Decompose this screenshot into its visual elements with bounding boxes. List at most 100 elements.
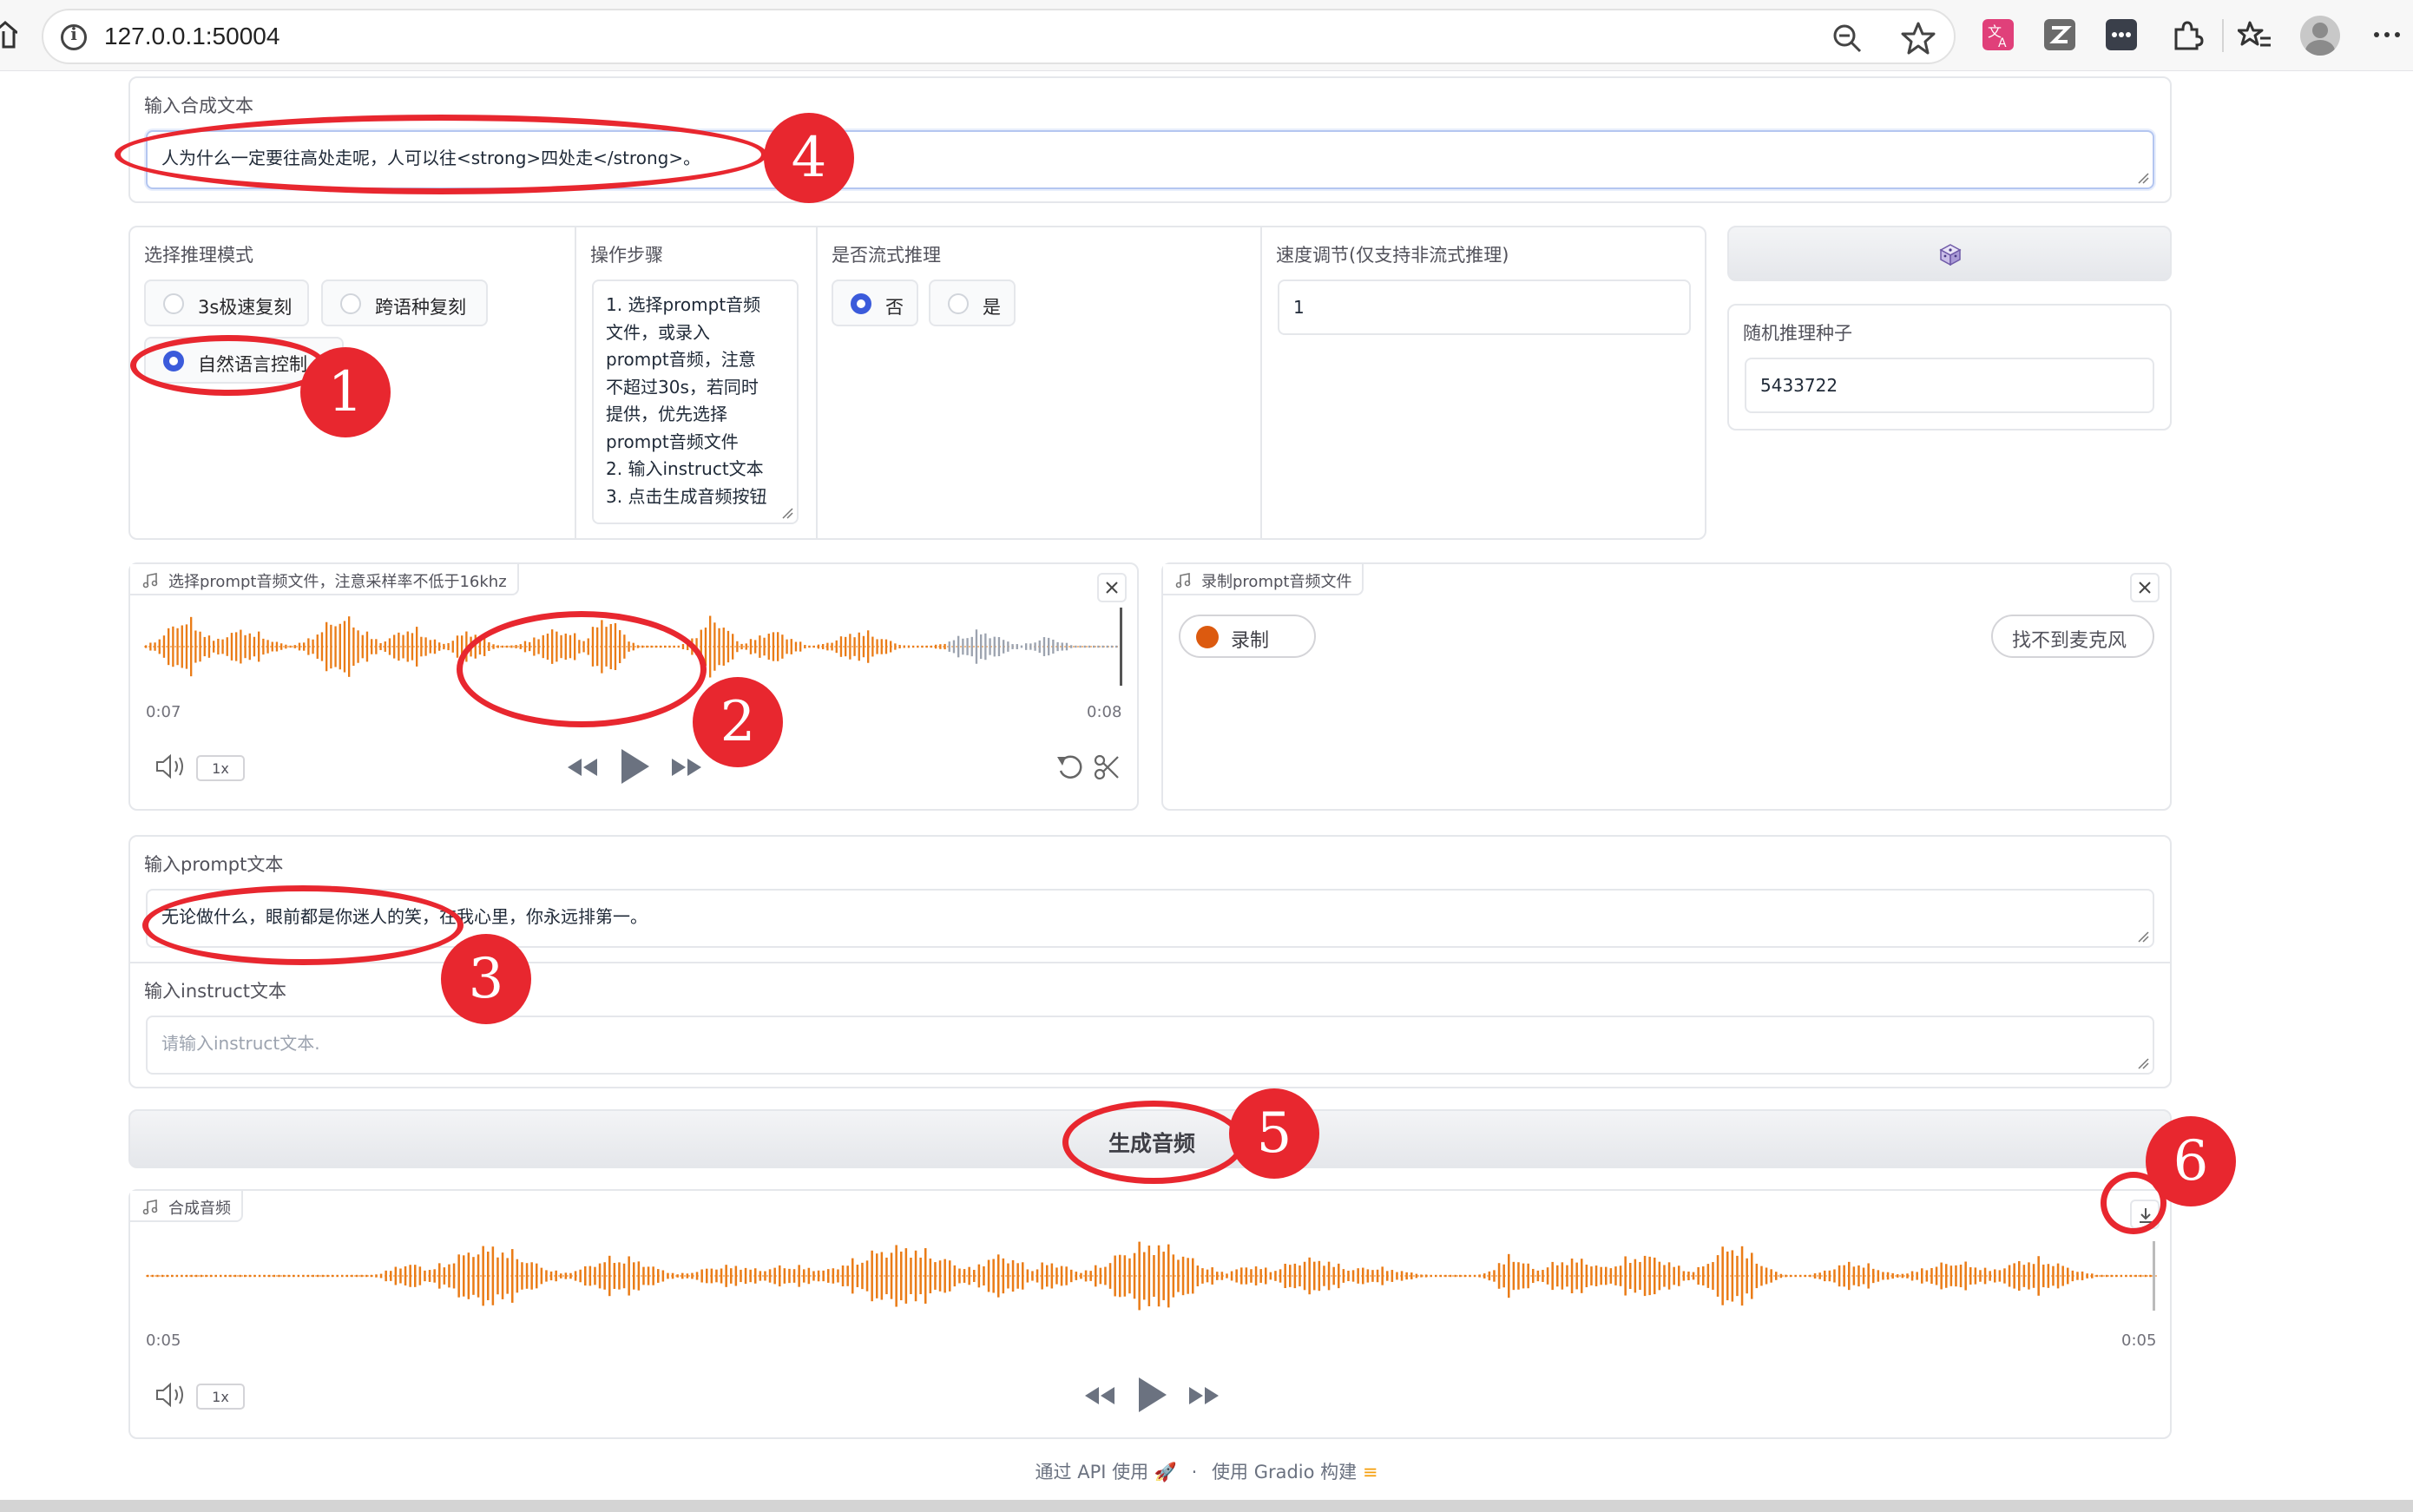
prompt-audio-label: 选择prompt音频文件，注意采样率不低于16khz	[168, 573, 507, 591]
speed-input[interactable]: 1	[1278, 279, 1691, 335]
waveform-bar	[282, 1274, 286, 1278]
waveform-bar	[1989, 1271, 1991, 1281]
waveform-bar	[298, 642, 301, 651]
no-microphone-button[interactable]: 找不到麦克风	[1991, 615, 2154, 658]
waveform-bar	[798, 1265, 800, 1287]
waveform-bar	[777, 632, 779, 661]
waveform-bar	[773, 1267, 776, 1285]
waveform-bar	[1765, 1267, 1768, 1285]
waveform-bar	[1706, 1264, 1710, 1288]
undo-icon[interactable]	[1055, 753, 1085, 781]
fast-forward-icon[interactable]	[1187, 1385, 1220, 1406]
prompt-text-label: 输入prompt文本	[144, 854, 284, 875]
record-button[interactable]: 录制	[1179, 615, 1316, 658]
address-bar[interactable]: 127.0.0.1:50004	[42, 9, 1956, 64]
waveform-bar	[1512, 1261, 1516, 1291]
instruct-text-input[interactable]: 请输入instruct文本.	[146, 1016, 2154, 1075]
resize-grip-icon[interactable]	[2137, 172, 2149, 184]
waveform-bar	[2042, 1264, 2045, 1288]
waveform-bar	[190, 616, 193, 677]
waveform-bar	[1351, 1270, 1355, 1282]
waveform-bar	[817, 644, 820, 649]
mode-option-cross-lingual[interactable]: 跨语种复刻	[321, 279, 488, 326]
waveform-bar	[958, 1268, 961, 1284]
waveform-bar	[880, 639, 883, 654]
waveform-bar	[1405, 1272, 1408, 1280]
waveform-bar	[754, 640, 757, 654]
output-waveform[interactable]	[146, 1233, 2158, 1319]
waveform-bar	[722, 628, 725, 666]
zhihu-extension-icon[interactable]	[2042, 17, 2077, 52]
zoom-out-icon[interactable]	[1831, 23, 1863, 54]
waveform-bar	[832, 1268, 835, 1284]
site-info-icon[interactable]	[61, 23, 87, 50]
waveform-bar	[989, 638, 991, 655]
clear-audio-button[interactable]	[1097, 573, 1127, 602]
waveform-bar	[1605, 1266, 1608, 1285]
stream-option-no[interactable]: 否	[832, 279, 918, 326]
waveform-bar	[560, 1273, 562, 1279]
waveform-bar	[608, 1255, 611, 1297]
url-text[interactable]: 127.0.0.1:50004	[104, 23, 279, 50]
waveform-bar	[772, 632, 775, 661]
favorites-list-icon[interactable]	[2238, 17, 2272, 52]
favorite-star-icon[interactable]	[1901, 21, 1936, 56]
clear-record-button[interactable]	[2130, 573, 2160, 602]
waveform-bar	[151, 1274, 155, 1278]
fast-forward-icon[interactable]	[670, 757, 703, 778]
volume-icon[interactable]	[155, 753, 187, 779]
waveform-bar	[1508, 1253, 1510, 1298]
waveform-bar	[1084, 1270, 1088, 1282]
waveform-bar	[1779, 1273, 1783, 1279]
playback-speed-button[interactable]: 1x	[196, 755, 245, 781]
waveform-bar	[317, 1274, 319, 1278]
waveform-bar	[393, 634, 396, 659]
api-link[interactable]: 通过 API 使用	[1036, 1462, 1149, 1482]
waveform-bar	[443, 643, 445, 650]
resize-grip-icon[interactable]	[2137, 930, 2149, 943]
toolbar-divider	[2222, 19, 2224, 52]
resize-grip-icon[interactable]	[781, 507, 793, 519]
more-extension-icon[interactable]	[2104, 17, 2139, 52]
waveform-bar	[360, 1274, 363, 1278]
stream-option-yes[interactable]: 是	[929, 279, 1016, 326]
gradio-link[interactable]: 使用 Gradio 构建	[1212, 1462, 1357, 1482]
waveform-bar	[1517, 1262, 1520, 1290]
home-icon[interactable]	[0, 19, 17, 50]
waveform-bar	[239, 1274, 241, 1278]
waveform-bar	[409, 1265, 411, 1287]
seed-input[interactable]: 5433722	[1745, 358, 2154, 413]
waveform-bar	[903, 645, 905, 648]
prompt-duration: 0:08	[1087, 703, 1122, 721]
play-icon[interactable]	[618, 746, 653, 786]
translate-extension-icon[interactable]: 文 A	[1981, 17, 2015, 52]
random-seed-button[interactable]	[1727, 226, 2172, 281]
waveform-bar	[1994, 1269, 1996, 1283]
waveform-bar	[1020, 645, 1023, 648]
waveform-bar	[939, 644, 942, 649]
waveform-bar	[456, 635, 459, 658]
extensions-puzzle-icon[interactable]	[2169, 17, 2204, 52]
rewind-icon[interactable]	[566, 757, 599, 778]
steps-textarea[interactable]: 1. 选择prompt音频 文件，或录入 prompt音频，注意 不超过30s，若同时…	[592, 279, 799, 524]
waveform-bar	[447, 642, 450, 651]
waveform-bar	[1882, 1272, 1884, 1280]
trim-scissors-icon[interactable]	[1094, 753, 1120, 781]
waveform-bar	[2067, 1267, 2069, 1285]
waveform-bar	[414, 1265, 417, 1287]
menu-icon[interactable]	[2370, 17, 2404, 52]
waveform-bar	[929, 1258, 932, 1294]
waveform-bar	[1083, 645, 1086, 648]
rewind-icon[interactable]	[1083, 1385, 1116, 1406]
playback-speed-button[interactable]: 1x	[196, 1384, 245, 1410]
waveform-bar	[1138, 1241, 1141, 1311]
play-icon[interactable]	[1135, 1375, 1170, 1415]
mode-option-3s[interactable]: 3s极速复刻	[144, 279, 309, 326]
resize-grip-icon[interactable]	[2137, 1057, 2149, 1069]
waveform-bar	[856, 1265, 859, 1287]
waveform-bar	[1551, 1261, 1554, 1291]
volume-icon[interactable]	[155, 1382, 187, 1408]
horizontal-scrollbar[interactable]	[0, 1500, 2413, 1512]
waveform-bar	[545, 1270, 548, 1282]
profile-avatar[interactable]	[2300, 16, 2340, 56]
